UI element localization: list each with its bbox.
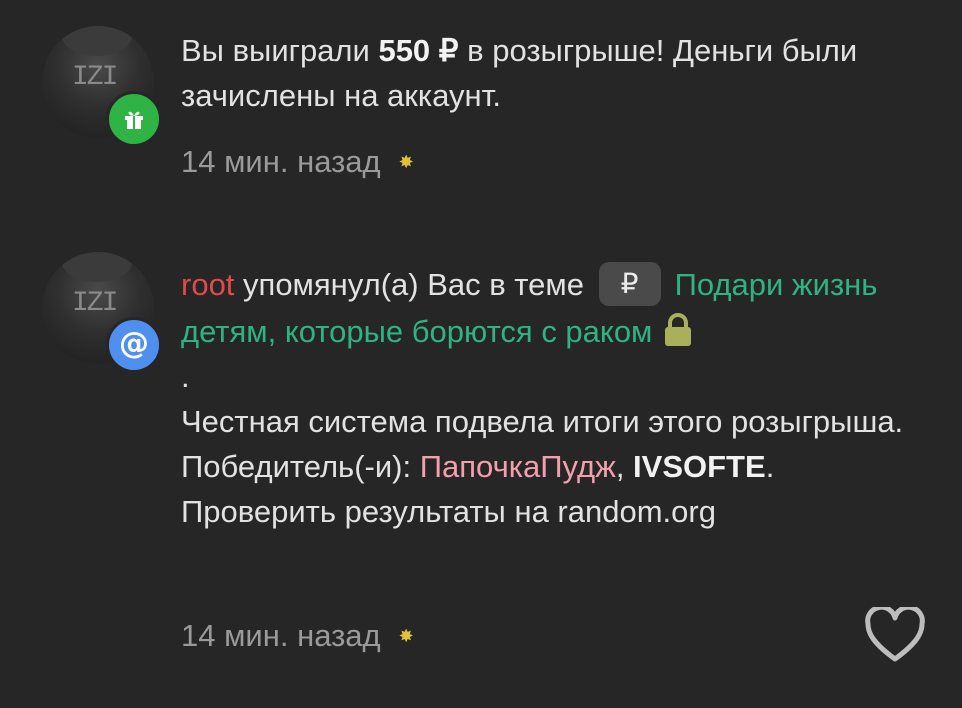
notification-prize[interactable]: IZI Вы выиграли 550 ₽ в розыгрыше! Деньг… [0, 0, 962, 210]
text-before: Вы выиграли [181, 33, 379, 68]
mention-badge: @ [106, 317, 162, 373]
ruble-prefix-badge: ₽ [598, 261, 661, 306]
gift-badge [106, 91, 162, 147]
lock-icon [665, 312, 692, 346]
notification-time: 14 мин. назад ✸ [181, 144, 414, 180]
winner-link-1[interactable]: ПапочкаПудж [420, 449, 616, 484]
notification-time: 14 мин. назад ✸ [181, 618, 414, 654]
dot-text: . [181, 358, 190, 394]
prize-amount: 550 ₽ [378, 33, 459, 68]
notification-text: Вы выиграли 550 ₽ в розыгрыше! Деньги бы… [181, 28, 926, 118]
notification-text: root упомянул(а) Вас в теме ₽ Подари жизн… [181, 261, 926, 534]
gift-icon [125, 111, 143, 129]
sparkle-icon: ✸ [398, 625, 414, 646]
avatar-logo-text: IZI [72, 288, 118, 319]
time-label: 14 мин. назад [181, 618, 381, 653]
at-icon: @ [119, 325, 149, 361]
separator: , [615, 448, 634, 484]
mention-text: упомянул(а) Вас в теме [234, 267, 593, 302]
heart-like-icon[interactable] [865, 607, 925, 663]
username-link[interactable]: root [181, 267, 234, 302]
time-label: 14 мин. назад [181, 144, 381, 179]
notification-mention[interactable]: IZI @ root упомянул(а) Вас в теме ₽ Подар… [0, 240, 962, 708]
avatar-logo-text: IZI [72, 62, 118, 93]
sparkle-icon: ✸ [398, 151, 414, 172]
winner-link-2[interactable]: IVSOFTE [633, 449, 766, 484]
